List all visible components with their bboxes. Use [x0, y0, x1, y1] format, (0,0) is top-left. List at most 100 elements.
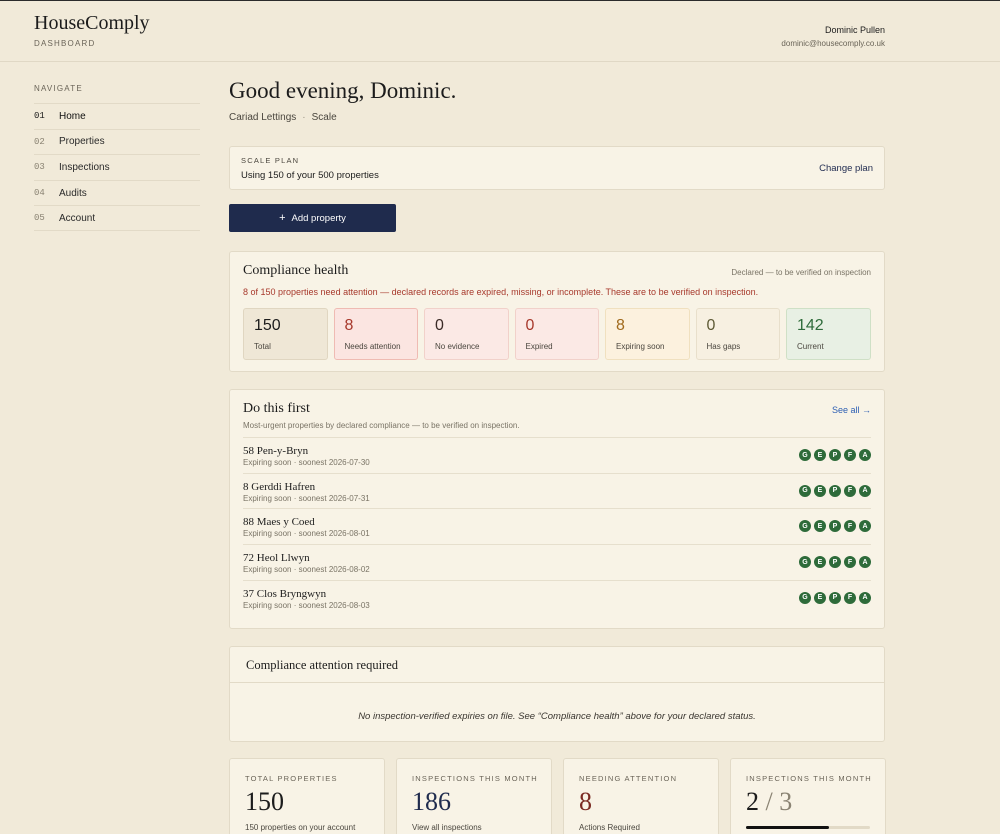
list-item[interactable]: 72 Heol Llwyn Expiring soon · soonest 202…: [243, 544, 871, 580]
compliance-badge: A: [859, 591, 871, 604]
urgent-property-list: 58 Pen-y-Bryn Expiring soon · soonest 202…: [243, 437, 871, 615]
org-subline: Cariad Lettings · Scale: [229, 112, 337, 123]
kpi-value: 186: [412, 787, 451, 816]
kpi-label: TOTAL PROPERTIES: [245, 774, 338, 783]
compliance-badge: E: [814, 591, 826, 604]
kpi-label: INSPECTIONS THIS MONTH: [746, 774, 872, 783]
stat-expired[interactable]: 0 Expired: [514, 308, 599, 360]
property-name: 58 Pen-y-Bryn: [243, 445, 309, 457]
stat-no-evidence[interactable]: 0 No evidence: [424, 308, 509, 360]
compliance-badge: F: [844, 591, 856, 604]
sidebar-item-home[interactable]: 01 Home: [34, 103, 200, 129]
kpi-label: INSPECTIONS THIS MONTH: [412, 774, 538, 783]
view-all-inspections-link[interactable]: View all inspections: [412, 823, 482, 832]
list-item[interactable]: 8 Gerddi Hafren Expiring soon · soonest 2…: [243, 472, 871, 509]
kpi-inspections-month[interactable]: INSPECTIONS THIS MONTH 186 View all insp…: [396, 758, 552, 834]
list-item[interactable]: 88 Maes y Coed Expiring soon · soonest 20…: [243, 508, 871, 544]
compliance-badges: GEPFA: [799, 556, 871, 569]
divider: [230, 682, 884, 683]
compliance-badge: E: [814, 484, 826, 497]
attention-title: Compliance attention required: [246, 658, 399, 672]
sidebar-item-account[interactable]: 05 Account: [34, 205, 200, 231]
brand-logo[interactable]: HouseComply: [34, 12, 150, 35]
nav-number: 03: [34, 162, 45, 173]
sidebar-item-properties[interactable]: 02 Properties: [34, 128, 200, 155]
brand-subtitle: DASHBOARD: [34, 39, 96, 48]
plan-kicker: SCALE PLAN: [241, 156, 300, 165]
compliance-badge: P: [829, 484, 841, 497]
stat-value: 8: [344, 317, 354, 334]
compliance-badge: P: [829, 520, 841, 533]
org-name: Cariad Lettings: [229, 112, 297, 123]
kpi-needing-attention[interactable]: NEEDING ATTENTION 8 Actions Required: [563, 758, 719, 834]
kpi-of: 3: [779, 787, 793, 816]
property-name: 88 Maes y Coed: [243, 516, 315, 529]
stat-value: 0: [706, 317, 716, 334]
compliance-badge: A: [859, 449, 871, 461]
kpi-row: TOTAL PROPERTIES 150 150 properties on y…: [229, 758, 886, 834]
list-item[interactable]: 37 Clos Bryngwyn Expiring soon · soonest …: [243, 579, 871, 616]
nav-label: Inspections: [59, 161, 110, 173]
stat-has-gaps[interactable]: 0 Has gaps: [695, 308, 780, 360]
compliance-badge: P: [829, 449, 841, 461]
stat-value: 142: [797, 317, 824, 334]
stat-label: No evidence: [435, 342, 480, 351]
kpi-footnote: Actions Required: [579, 823, 640, 832]
see-all-link[interactable]: See all →: [832, 405, 871, 415]
plan-card: SCALE PLAN Using 150 of your 500 propert…: [229, 146, 885, 190]
attention-message: No inspection-verified expiries on file.…: [358, 711, 756, 722]
add-property-label: Add property: [291, 212, 346, 224]
kpi-slash: /: [765, 787, 773, 816]
stat-expiring-soon[interactable]: 8 Expiring soon: [605, 308, 690, 360]
compliance-badges: GEPFA: [799, 591, 871, 604]
progress-bar-fill: [746, 826, 830, 829]
property-name: 8 Gerddi Hafren: [243, 480, 316, 493]
stat-label: Total: [254, 342, 271, 351]
compliance-badge: A: [859, 520, 871, 533]
stat-value: 0: [525, 317, 535, 334]
kpi-value: 150: [245, 787, 284, 816]
do-this-first-card: Do this first Most-urgent properties by …: [229, 389, 885, 629]
stat-label: Needs attention: [344, 342, 401, 351]
sidebar-item-inspections[interactable]: 03 Inspections: [34, 154, 200, 180]
compliance-badge: F: [844, 449, 856, 461]
stat-total[interactable]: 150 Total: [243, 308, 328, 360]
health-stats: 150 Total 8 Needs attention 0 No evidenc…: [243, 308, 871, 360]
compliance-badge: P: [829, 591, 841, 604]
stat-label: Has gaps: [706, 342, 741, 351]
stat-value: 150: [254, 317, 281, 334]
stat-label: Expiring soon: [616, 342, 665, 351]
sidebar-item-audits[interactable]: 04 Audits: [34, 179, 200, 206]
health-alert: 8 of 150 properties need attention — dec…: [243, 287, 759, 297]
compliance-badge: F: [844, 520, 856, 533]
stat-current[interactable]: 142 Current: [786, 308, 871, 360]
property-meta: Expiring soon · soonest 2026-08-03: [243, 600, 370, 610]
progress-bar: [746, 826, 870, 829]
separator: ·: [302, 112, 306, 123]
list-item[interactable]: 58 Pen-y-Bryn Expiring soon · soonest 202…: [243, 437, 871, 473]
compliance-badges: GEPFA: [799, 449, 871, 461]
kpi-value: 8: [579, 787, 592, 816]
change-plan-link[interactable]: Change plan: [819, 163, 873, 174]
plan-tier: Scale: [311, 112, 337, 123]
add-property-button[interactable]: + Add property: [229, 204, 396, 232]
compliance-health-card: Compliance health Declared — to be verif…: [229, 251, 885, 372]
property-meta: Expiring soon · soonest 2026-07-30: [243, 458, 370, 467]
health-title: Compliance health: [243, 263, 349, 278]
user-name[interactable]: Dominic Pullen: [825, 25, 885, 35]
kpi-total-properties[interactable]: TOTAL PROPERTIES 150 150 properties on y…: [229, 758, 385, 834]
kpi-inspections-progress[interactable]: INSPECTIONS THIS MONTH 2 / 3: [730, 758, 886, 834]
do-first-subtitle: Most-urgent properties by declared compl…: [243, 421, 520, 430]
compliance-badge: A: [859, 484, 871, 497]
property-name: 37 Clos Bryngwyn: [243, 587, 327, 600]
stat-needs-attention[interactable]: 8 Needs attention: [333, 308, 418, 360]
property-meta: Expiring soon · soonest 2026-08-02: [243, 565, 370, 575]
compliance-badge: G: [799, 484, 811, 497]
stat-label: Expired: [525, 342, 553, 351]
compliance-badge: E: [814, 449, 826, 461]
compliance-badge: G: [799, 449, 811, 461]
nav-number: 05: [34, 213, 45, 224]
health-note: Declared — to be verified on inspection: [731, 268, 871, 277]
compliance-badges: GEPFA: [799, 484, 871, 497]
nav-label: Properties: [59, 136, 105, 148]
